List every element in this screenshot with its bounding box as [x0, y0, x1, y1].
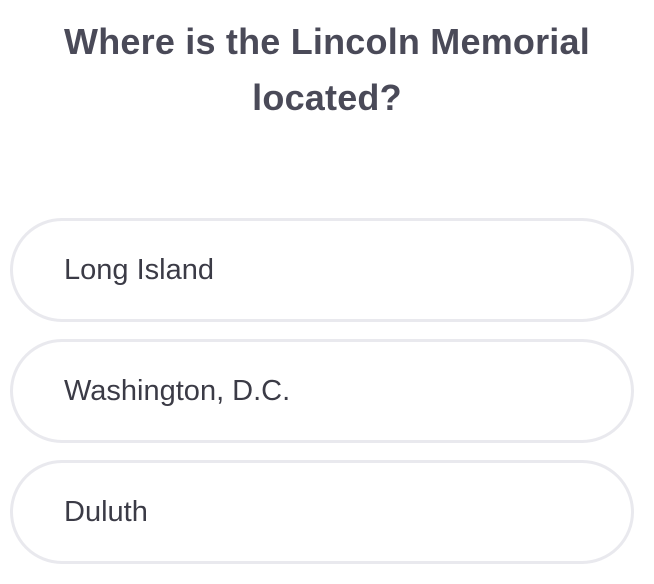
answer-options: Long Island Washington, D.C. Duluth [10, 218, 634, 581]
answer-option-washington-dc[interactable]: Washington, D.C. [10, 339, 634, 443]
answer-option-label: Duluth [64, 495, 148, 528]
answer-option-label: Long Island [64, 253, 214, 286]
answer-option-label: Washington, D.C. [64, 374, 291, 407]
answer-option-long-island[interactable]: Long Island [10, 218, 634, 322]
question-text: Where is the Lincoln Memorial located? [64, 21, 590, 118]
answer-option-duluth[interactable]: Duluth [10, 460, 634, 564]
